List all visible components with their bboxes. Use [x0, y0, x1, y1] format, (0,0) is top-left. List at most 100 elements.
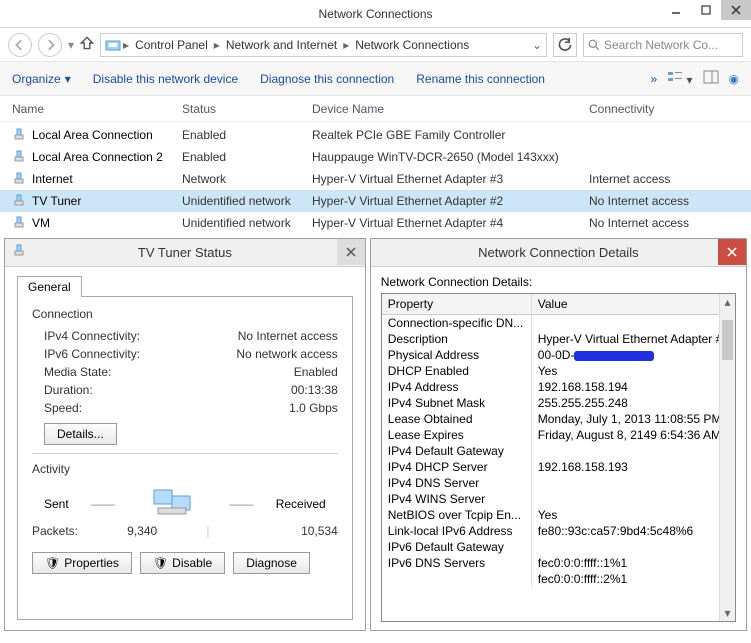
detail-value [532, 539, 735, 555]
chevron-down-icon[interactable]: ⌄ [532, 38, 542, 52]
column-header-device[interactable]: Device Name [312, 102, 589, 116]
detail-property: Lease Obtained [382, 411, 532, 427]
diagnose-button[interactable]: Diagnose [233, 552, 310, 574]
connection-row[interactable]: Local Area ConnectionEnabledRealtek PCIe… [0, 124, 751, 146]
detail-property: IPv6 DNS Servers [382, 555, 532, 571]
detail-value [532, 315, 735, 331]
overflow-button[interactable]: » [650, 72, 657, 86]
detail-row: Lease ExpiresFriday, August 8, 2149 6:54… [382, 427, 735, 443]
detail-property: IPv4 Address [382, 379, 532, 395]
detail-property: Connection-specific DN... [382, 315, 532, 331]
connection-row[interactable]: TV TunerUnidentified networkHyper-V Virt… [0, 190, 751, 212]
detail-row: NetBIOS over Tcpip En...Yes [382, 507, 735, 523]
ipv6-connectivity-value: No network access [236, 347, 337, 361]
connection-connectivity: No Internet access [589, 194, 739, 208]
detail-value: fec0:0:0:ffff::1%1 [532, 555, 735, 571]
details-label: Network Connection Details: [381, 275, 736, 289]
scrollbar[interactable]: ▴ ▾ [719, 294, 735, 621]
network-adapter-icon [12, 194, 26, 208]
detail-property: DHCP Enabled [382, 363, 532, 379]
connection-connectivity: No Internet access [589, 216, 739, 230]
search-icon [588, 39, 600, 51]
breadcrumb-item[interactable]: Control Panel [131, 38, 212, 52]
connection-status: Unidentified network [182, 216, 312, 230]
details-button[interactable]: Details... [44, 423, 117, 445]
recent-dropdown-icon[interactable]: ▾ [68, 38, 74, 52]
column-header-status[interactable]: Status [182, 102, 312, 116]
activity-monitor-icon [137, 486, 207, 522]
details-close-button[interactable] [718, 239, 746, 265]
detail-value: fe80::93c:ca57:9bd4:5c48%6 [532, 523, 735, 539]
disable-device-button[interactable]: Disable this network device [93, 72, 238, 86]
close-button[interactable] [721, 0, 751, 20]
detail-value: Yes [532, 363, 735, 379]
connection-row[interactable]: InternetNetworkHyper-V Virtual Ethernet … [0, 168, 751, 190]
detail-row: Link-local IPv6 Addressfe80::93c:ca57:9b… [382, 523, 735, 539]
diagnose-button[interactable]: Diagnose this connection [260, 72, 394, 86]
search-input[interactable]: Search Network Co... [583, 33, 743, 57]
minimize-button[interactable] [661, 0, 691, 20]
window-title: Network Connections [318, 7, 432, 21]
detail-row: IPv4 Subnet Mask255.255.255.248 [382, 395, 735, 411]
connection-name: Internet [32, 172, 73, 186]
breadcrumb-item[interactable]: Network Connections [351, 38, 473, 52]
rename-button[interactable]: Rename this connection [416, 72, 545, 86]
detail-value: 255.255.255.248 [532, 395, 735, 411]
shield-icon: 🛡 [45, 556, 60, 570]
detail-value [532, 443, 735, 459]
status-dialog-title: TV Tuner Status [138, 245, 232, 260]
detail-property: IPv4 Subnet Mask [382, 395, 532, 411]
maximize-button[interactable] [691, 0, 721, 20]
column-header-property[interactable]: Property [382, 294, 532, 314]
received-label: Received [276, 497, 326, 511]
status-dialog: TV Tuner Status General Connection IPv4 … [4, 238, 366, 631]
scroll-up-icon[interactable]: ▴ [720, 294, 735, 310]
up-button[interactable] [80, 36, 94, 53]
status-close-button[interactable] [337, 239, 365, 265]
details-dialog-title: Network Connection Details [478, 245, 638, 260]
refresh-button[interactable] [553, 33, 577, 57]
connection-list: Local Area ConnectionEnabledRealtek PCIe… [0, 122, 751, 236]
organize-menu[interactable]: Organize ▾ [12, 72, 71, 86]
scroll-down-icon[interactable]: ▾ [720, 605, 735, 621]
network-icon [11, 243, 27, 262]
network-adapter-icon [12, 150, 26, 164]
detail-row: DHCP EnabledYes [382, 363, 735, 379]
chevron-right-icon[interactable]: ▸ [123, 38, 129, 52]
sent-label: Sent [44, 497, 69, 511]
details-table: Property Value Connection-specific DN...… [381, 293, 736, 622]
group-connection: Connection [32, 307, 338, 321]
detail-row: IPv4 DHCP Server192.168.158.193 [382, 459, 735, 475]
disable-button[interactable]: 🛡Disable [140, 552, 225, 574]
connection-connectivity: Internet access [589, 172, 739, 186]
connection-row[interactable]: Local Area Connection 2EnabledHauppauge … [0, 146, 751, 168]
tab-general[interactable]: General [17, 276, 82, 297]
column-header-name[interactable]: Name [12, 102, 182, 116]
scroll-thumb[interactable] [722, 320, 733, 360]
detail-property: Lease Expires [382, 427, 532, 443]
preview-pane-icon[interactable] [703, 70, 719, 87]
detail-property: NetBIOS over Tcpip En... [382, 507, 532, 523]
breadcrumb-item[interactable]: Network and Internet [222, 38, 341, 52]
help-icon[interactable]: ◉ [729, 72, 739, 86]
column-header-value[interactable]: Value [532, 294, 735, 314]
back-button[interactable] [8, 33, 32, 57]
ipv4-connectivity-value: No Internet access [238, 329, 338, 343]
redacted-value [574, 351, 654, 361]
detail-value: fec0:0:0:ffff::2%1 [532, 571, 735, 587]
properties-button[interactable]: 🛡Properties [32, 552, 132, 574]
view-options-icon[interactable]: ▾ [667, 70, 692, 87]
detail-row: IPv4 Address192.168.158.194 [382, 379, 735, 395]
column-header-connectivity[interactable]: Connectivity [589, 102, 739, 116]
network-adapter-icon [12, 172, 26, 186]
chevron-right-icon[interactable]: ▸ [214, 38, 220, 52]
packets-received-value: 10,534 [209, 524, 337, 538]
chevron-right-icon[interactable]: ▸ [343, 38, 349, 52]
detail-value [532, 475, 735, 491]
detail-row: IPv4 DNS Server [382, 475, 735, 491]
breadcrumb[interactable]: ▸ Control Panel ▸ Network and Internet ▸… [100, 33, 547, 57]
connection-row[interactable]: VMUnidentified networkHyper-V Virtual Et… [0, 212, 751, 234]
network-adapter-icon [12, 128, 26, 142]
detail-row: IPv4 WINS Server [382, 491, 735, 507]
forward-button[interactable] [38, 33, 62, 57]
